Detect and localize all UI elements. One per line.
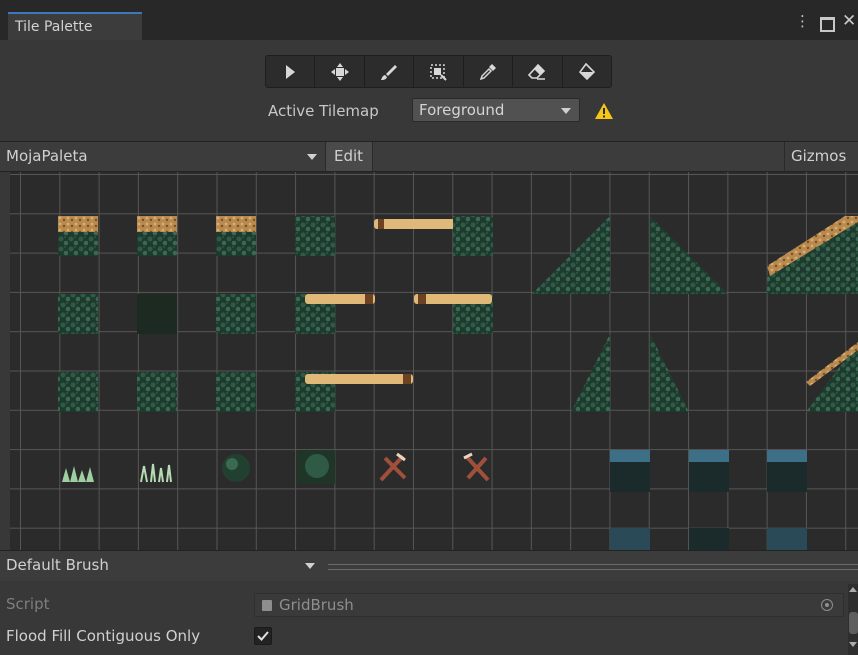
active-tilemap-dropdown[interactable]: Foreground [412, 98, 580, 122]
chevron-down-icon [561, 108, 571, 114]
bush-tile [297, 450, 335, 484]
kebab-menu-icon[interactable]: ⋮ [795, 12, 810, 30]
paint-bucket-icon [578, 62, 595, 80]
script-field: GridBrush [254, 593, 844, 617]
brush-icon [381, 64, 398, 80]
leaf-tile [216, 294, 256, 334]
palette-toolbar: MojaPaleta Edit Gizmos [0, 141, 858, 172]
leaf-tile [453, 216, 493, 256]
object-picker-icon[interactable] [821, 599, 833, 611]
crossed-branch-tile [379, 452, 407, 482]
water-tile [610, 450, 650, 492]
grass-tile [140, 463, 172, 483]
gizmos-label: Gizmos [791, 147, 847, 165]
slope-tile [571, 334, 610, 412]
flood-fill-checkbox[interactable] [254, 627, 272, 645]
crossed-branch-tile [463, 452, 490, 482]
palette-name: MojaPaleta [6, 147, 88, 165]
bush-tile [222, 454, 250, 482]
tab-label: Tile Palette [15, 19, 93, 35]
slope-tile [650, 334, 689, 412]
water-tile [610, 528, 650, 550]
select-tool-button[interactable] [266, 56, 316, 87]
log-tile [305, 294, 375, 304]
window-titlebar: Tile Palette ⋮ ✕ [0, 0, 858, 40]
paint-tool-button[interactable] [365, 56, 415, 87]
scrollbar-thumb[interactable] [849, 612, 858, 634]
leaf-tile [295, 216, 335, 256]
tool-bar [265, 55, 612, 88]
water-tile [767, 528, 807, 550]
dark-tile [689, 528, 729, 550]
leaf-tile [137, 372, 177, 412]
script-label: Script [6, 595, 50, 613]
arrow-cursor-icon [286, 64, 296, 79]
inspector-scrollbar[interactable] [848, 584, 858, 655]
move-tool-button[interactable] [315, 56, 365, 87]
scroll-down-icon[interactable] [849, 642, 857, 647]
leaf-tile [58, 294, 98, 334]
slope-tile [532, 216, 610, 294]
leaf-tile [58, 372, 98, 412]
log-tile [305, 374, 413, 384]
active-tilemap-label: Active Tilemap [268, 102, 379, 120]
water-tile [767, 450, 807, 492]
active-tilemap-value: Foreground [419, 101, 505, 119]
chevron-down-icon [307, 154, 317, 160]
log-tile [414, 294, 492, 304]
maximize-icon[interactable] [820, 17, 835, 32]
script-file-icon [262, 600, 272, 611]
eyedropper-icon [479, 63, 496, 80]
close-icon[interactable]: ✕ [842, 11, 856, 31]
scroll-up-icon[interactable] [849, 587, 857, 592]
grass-tile [62, 466, 94, 482]
water-tile [689, 450, 729, 492]
palette-dropdown[interactable]: MojaPaleta [0, 142, 325, 171]
dirt-slope-tile [806, 342, 858, 412]
slope-tile [650, 216, 728, 294]
brush-dropdown[interactable]: Default Brush [0, 550, 858, 581]
box-fill-icon [430, 63, 448, 81]
dirt-slope-tile [767, 216, 858, 294]
dirt-top-tile [58, 216, 98, 256]
dark-tile [137, 294, 177, 334]
brush-name: Default Brush [6, 556, 109, 574]
script-value: GridBrush [279, 596, 354, 614]
leaf-tile [216, 372, 256, 412]
erase-tool-button[interactable] [513, 56, 563, 87]
pick-tool-button[interactable] [464, 56, 514, 87]
brush-inspector: Script GridBrush Flood Fill Contiguous O… [0, 581, 858, 655]
checkmark-icon [257, 631, 269, 641]
fill-tool-button[interactable] [563, 56, 611, 87]
tile-palette-grid[interactable] [10, 172, 858, 550]
move-arrows-icon [330, 62, 349, 81]
eraser-icon [528, 63, 546, 80]
flood-fill-label: Flood Fill Contiguous Only [6, 627, 201, 645]
chevron-down-icon [305, 563, 315, 569]
dirt-top-tile [216, 216, 256, 256]
tab-tile-palette[interactable]: Tile Palette [8, 12, 142, 40]
edit-button[interactable]: Edit [325, 142, 373, 171]
dirt-top-tile [137, 216, 177, 256]
tile-sprites [58, 216, 858, 550]
resize-splitter[interactable] [328, 564, 858, 570]
box-fill-tool-button[interactable] [414, 56, 464, 87]
warning-icon [595, 103, 613, 119]
gizmos-button[interactable]: Gizmos [784, 142, 858, 171]
edit-label: Edit [334, 147, 364, 165]
